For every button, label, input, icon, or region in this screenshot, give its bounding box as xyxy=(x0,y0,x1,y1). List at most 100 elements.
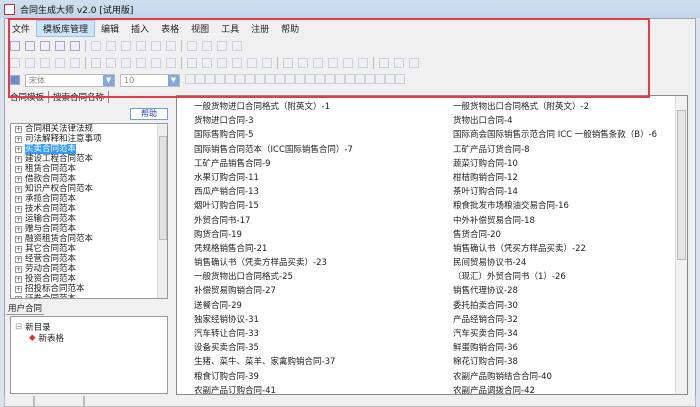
menu-item-2[interactable]: 编辑 xyxy=(95,21,125,36)
border-icon[interactable] xyxy=(379,58,389,68)
chevron-down-icon[interactable]: ▼ xyxy=(103,74,114,86)
contract-item[interactable]: 一般货物出口合同格式（附英文）-2 xyxy=(453,100,657,114)
column-icon[interactable] xyxy=(187,58,197,68)
contract-item[interactable]: 民间贸易协议书-24 xyxy=(453,256,657,270)
list-icon[interactable] xyxy=(295,73,305,84)
tree-node[interactable]: + 招投标合同范本 xyxy=(11,284,167,294)
row-icon[interactable] xyxy=(298,58,308,68)
menu-item-3[interactable]: 插入 xyxy=(125,21,155,36)
contract-item[interactable]: 烟叶订购合同-15 xyxy=(194,199,353,213)
contract-item[interactable]: 销售确认书（凭买方样品买卖）-22 xyxy=(453,242,657,256)
cell-icon[interactable] xyxy=(70,58,80,68)
strikethrough-icon[interactable] xyxy=(355,73,365,84)
align-center-icon[interactable] xyxy=(395,73,405,84)
table-delete-icon[interactable] xyxy=(25,58,35,68)
contract-item[interactable]: （现汇）外贸合同书（1）-26 xyxy=(453,270,657,284)
menu-item-7[interactable]: 注册 xyxy=(245,21,275,36)
table-insert-icon[interactable] xyxy=(262,58,272,68)
help-button[interactable]: 帮助 xyxy=(130,108,168,120)
split-icon[interactable] xyxy=(106,58,116,68)
expand-icon[interactable]: + xyxy=(15,265,22,273)
expand-icon[interactable]: + xyxy=(15,295,22,298)
cell-icon[interactable] xyxy=(328,58,338,68)
highlight-icon[interactable] xyxy=(315,73,325,84)
menu-item-1[interactable]: 模板库管理 xyxy=(36,19,96,37)
align-right-icon[interactable] xyxy=(285,73,295,84)
tree-node[interactable]: + 技术合同范本 xyxy=(11,204,167,214)
link-icon[interactable] xyxy=(232,41,242,51)
tree-node[interactable]: + 其它合同范本 xyxy=(11,244,167,254)
expand-icon[interactable]: + xyxy=(15,255,22,263)
bold-icon[interactable] xyxy=(325,73,335,84)
contract-item[interactable]: 棉花订购合同-38 xyxy=(453,355,657,369)
tree-node[interactable]: + 投资合同范本 xyxy=(11,274,167,284)
expand-icon[interactable]: + xyxy=(15,195,22,203)
find-icon[interactable] xyxy=(202,41,212,51)
contract-item[interactable]: 送餐合同-29 xyxy=(194,299,353,313)
menu-item-4[interactable]: 表格 xyxy=(155,21,185,36)
italic-icon[interactable] xyxy=(215,73,225,84)
new-file-icon[interactable] xyxy=(25,41,35,51)
list-scrollbar[interactable] xyxy=(675,96,687,394)
contract-item[interactable]: 西瓜产销合同-13 xyxy=(194,185,353,199)
scrollbar-thumb[interactable] xyxy=(159,136,167,241)
expand-icon[interactable]: + xyxy=(15,135,22,143)
contract-item[interactable]: 汽车买卖合同-34 xyxy=(453,327,657,341)
tree-node[interactable]: + 融资租赁合同范本 xyxy=(11,234,167,244)
contract-item[interactable]: 汽车转让合同-33 xyxy=(194,327,353,341)
align-left-icon[interactable] xyxy=(385,73,395,84)
border-icon[interactable] xyxy=(121,58,131,68)
table-insert-icon[interactable] xyxy=(394,58,404,68)
contract-item[interactable]: 工矿产品订货合同-8 xyxy=(453,143,657,157)
split-icon[interactable] xyxy=(232,58,242,68)
contract-item[interactable]: 产品经销合同-32 xyxy=(453,313,657,327)
open-folder-icon[interactable] xyxy=(40,41,50,51)
font-style-icon[interactable] xyxy=(10,75,20,85)
expand-icon[interactable]: + xyxy=(15,155,22,163)
subscript-icon[interactable] xyxy=(255,73,265,84)
underline-icon[interactable] xyxy=(345,73,355,84)
font-size-select[interactable]: 10 ▼ xyxy=(120,73,180,87)
contract-item[interactable]: 销售代理协议-28 xyxy=(453,284,657,298)
italic-icon[interactable] xyxy=(335,73,345,84)
expand-icon[interactable]: + xyxy=(15,245,22,253)
merge-icon[interactable] xyxy=(217,58,227,68)
contract-item[interactable]: 委托拍卖合同-30 xyxy=(453,299,657,313)
chart-icon[interactable] xyxy=(187,41,197,51)
font-name-select[interactable]: 宋体 ▼ xyxy=(25,73,115,87)
menu-item-5[interactable]: 视图 xyxy=(185,21,215,36)
menu-item-6[interactable]: 工具 xyxy=(215,21,245,36)
font-color-icon[interactable] xyxy=(185,73,195,84)
tree-node[interactable]: + 借款合同范本 xyxy=(11,174,167,184)
expand-icon[interactable]: + xyxy=(15,285,22,293)
column-icon[interactable] xyxy=(313,58,323,68)
paste-icon[interactable] xyxy=(136,41,146,51)
contract-item[interactable]: 国际销售合同范本（ICC国际销售合同）-7 xyxy=(194,143,353,157)
superscript-icon[interactable] xyxy=(245,73,255,84)
expand-icon[interactable]: + xyxy=(15,215,22,223)
replace-icon[interactable] xyxy=(217,41,227,51)
expand-icon[interactable]: + xyxy=(15,205,22,213)
contract-item[interactable]: 生猪、菜牛、菜羊、家禽购销合同-37 xyxy=(194,355,353,369)
contract-item[interactable]: 中外补偿贸易合同-18 xyxy=(453,214,657,228)
contract-item[interactable]: 售货合同-20 xyxy=(453,228,657,242)
column-icon[interactable] xyxy=(55,58,65,68)
expand-icon[interactable]: + xyxy=(15,235,22,243)
contract-item[interactable]: 鲜蛋购销合同-36 xyxy=(453,341,657,355)
contract-item[interactable]: 一般货物进口合同格式（附英文）-1 xyxy=(194,100,353,114)
tree-file-new[interactable]: ◆ 新表格 xyxy=(15,332,163,344)
contract-item[interactable]: 茶叶订购合同-14 xyxy=(453,185,657,199)
table-delete-icon[interactable] xyxy=(409,58,419,68)
tree-node[interactable]: + 证券合同范本 xyxy=(11,294,167,298)
tree-node[interactable]: + 买卖合同范本 xyxy=(11,144,167,154)
tree-node[interactable]: + 运输合同范本 xyxy=(11,214,167,224)
tree-folder-new[interactable]: ⊟ 新目录 xyxy=(15,321,163,333)
tree-scrollbar[interactable] xyxy=(157,124,167,298)
save-icon[interactable] xyxy=(55,41,65,51)
split-icon[interactable] xyxy=(358,58,368,68)
tree-node[interactable]: + 经营合同范本 xyxy=(11,254,167,264)
table-insert-icon[interactable] xyxy=(10,58,20,68)
scrollbar-thumb[interactable] xyxy=(677,110,686,260)
expand-icon[interactable]: + xyxy=(15,185,22,193)
contract-item[interactable]: 水果订购合同-11 xyxy=(194,171,353,185)
